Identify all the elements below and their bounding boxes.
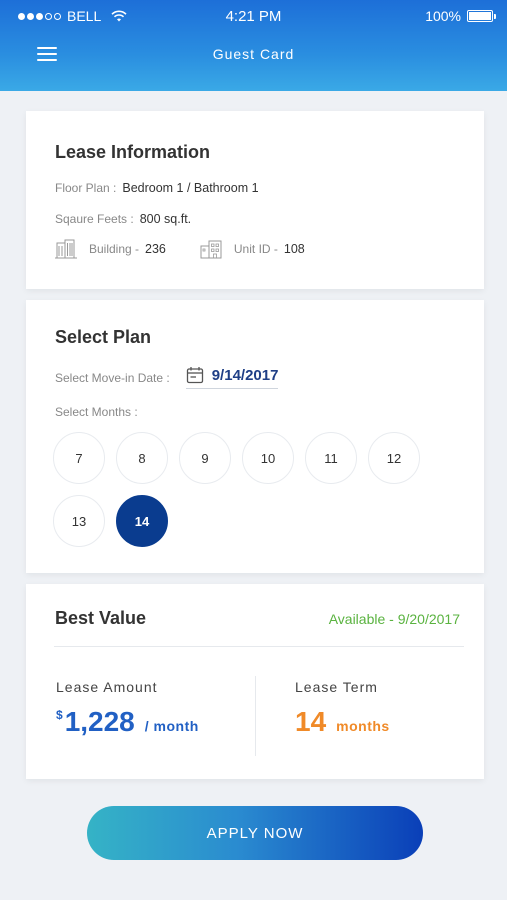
availability-date: Available - 9/20/2017 — [328, 611, 460, 627]
best-value-title: Best Value — [55, 608, 147, 628]
status-right: 100% — [425, 8, 496, 24]
lease-term-unit: months — [336, 718, 390, 734]
move-in-date-value: 9/14/2017 — [211, 366, 279, 384]
lease-amount-value: 1,228 — [64, 706, 135, 737]
floor-plan-label: Floor Plan : — [55, 181, 117, 195]
move-in-row: Select Move-in Date : 9/14/2017 — [55, 366, 279, 389]
unit-label: Unit ID - — [233, 242, 278, 256]
building-icon — [55, 239, 77, 259]
status-bar: BELL 4:21 PM 100% — [0, 0, 507, 32]
battery-icon — [467, 10, 496, 22]
column-divider — [255, 676, 256, 756]
lease-information-title: Lease Information — [55, 142, 211, 162]
best-value-card: Best Value Available - 9/20/2017 Lease A… — [26, 584, 484, 779]
floor-plan-value: Bedroom 1 / Bathroom 1 — [122, 181, 259, 195]
lease-term-label: Lease Term — [295, 679, 378, 695]
building-item: Building - 236 — [55, 239, 166, 259]
building-unit-row: Building - 236 Unit ID - 108 — [55, 239, 339, 259]
nav-bar: Guest Card — [0, 32, 507, 78]
currency-symbol: $ — [56, 708, 63, 722]
month-option-10[interactable]: 10 — [242, 432, 294, 484]
lease-amount-label: Lease Amount — [56, 679, 158, 695]
square-feet-row: Sqaure Feets : 800 sq.ft. — [55, 212, 191, 226]
lease-information-card: Lease Information Floor Plan : Bedroom 1… — [26, 111, 484, 289]
months-selector: 7 8 9 10 11 12 13 14 — [53, 432, 433, 547]
battery-percent: 100% — [425, 8, 461, 24]
month-option-7[interactable]: 7 — [53, 432, 105, 484]
month-option-9[interactable]: 9 — [179, 432, 231, 484]
unit-item: Unit ID - 108 — [200, 239, 305, 259]
move-in-date-field[interactable]: 9/14/2017 — [185, 366, 279, 389]
month-option-8[interactable]: 8 — [116, 432, 168, 484]
apply-now-button[interactable]: APPLY NOW — [87, 806, 423, 860]
lease-term: 14 months — [295, 706, 390, 738]
lease-amount: $ 1,228 / month — [56, 706, 199, 738]
lease-term-value: 14 — [295, 706, 327, 737]
months-label: Select Months : — [55, 405, 138, 419]
select-plan-card: Select Plan Select Move-in Date : 9/14/2… — [26, 300, 484, 573]
unit-building-icon — [200, 240, 222, 259]
divider — [54, 646, 464, 647]
square-feet-label: Sqaure Feets : — [55, 212, 134, 226]
month-option-12[interactable]: 12 — [368, 432, 420, 484]
app-header: BELL 4:21 PM 100% Guest Card — [0, 0, 507, 91]
move-in-label: Select Move-in Date : — [55, 370, 170, 385]
building-value: 236 — [145, 242, 166, 256]
unit-value: 108 — [283, 242, 305, 256]
month-option-13[interactable]: 13 — [53, 495, 105, 547]
building-label: Building - — [89, 242, 140, 256]
floor-plan-row: Floor Plan : Bedroom 1 / Bathroom 1 — [55, 181, 259, 195]
calendar-icon — [186, 367, 203, 384]
month-option-11[interactable]: 11 — [305, 432, 357, 484]
page-title: Guest Card — [212, 46, 295, 62]
months-label-row: Select Months : — [55, 405, 138, 419]
month-option-14-selected[interactable]: 14 — [116, 495, 168, 547]
square-feet-value: 800 sq.ft. — [139, 212, 192, 226]
lease-amount-unit: / month — [144, 718, 199, 734]
select-plan-title: Select Plan — [55, 327, 152, 347]
